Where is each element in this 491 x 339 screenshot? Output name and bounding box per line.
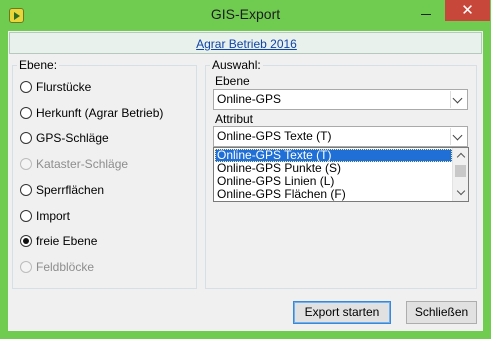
dialog-body: Agrar Betrieb 2016 Ebene: Flurstücke Herk… xyxy=(8,31,483,331)
ebene-option-label: freie Ebene xyxy=(36,234,98,249)
attribut-combo-dropdown[interactable] xyxy=(450,128,466,145)
chevron-down-icon xyxy=(452,93,463,104)
list-scrollbar[interactable] xyxy=(452,148,468,201)
scroll-thumb[interactable] xyxy=(455,165,466,177)
title-bar[interactable]: GIS-Export ✕ xyxy=(0,0,491,31)
ebene-group xyxy=(12,65,197,289)
ebene-option-label: Feldblöcke xyxy=(36,259,95,274)
radio-button[interactable] xyxy=(20,183,32,196)
scroll-down-icon[interactable] xyxy=(453,185,469,201)
scroll-up-icon[interactable] xyxy=(453,148,469,164)
radio-button[interactable] xyxy=(20,209,32,222)
ebene-combo-label: Ebene xyxy=(213,74,252,88)
radio-button[interactable] xyxy=(20,81,32,93)
ebene-combo[interactable]: Online-GPS xyxy=(213,89,468,110)
window-title: GIS-Export xyxy=(210,6,281,22)
ebene-option-label: Flurstücke xyxy=(36,80,92,94)
ebene-combo-value: Online-GPS xyxy=(217,92,282,106)
ebene-option-label: GPS-Schläge xyxy=(36,131,109,146)
betrieb-link[interactable]: Agrar Betrieb 2016 xyxy=(10,37,483,51)
attribut-combo-value: Online-GPS Texte (T) xyxy=(217,129,332,143)
ebene-option-label: Kataster-Schläge xyxy=(36,157,129,172)
gis-export-window: GIS-Export ✕ Agrar Betrieb 2016 Ebene: F… xyxy=(0,0,491,339)
ebene-combo-dropdown[interactable] xyxy=(450,91,466,108)
chevron-down-icon xyxy=(452,130,463,141)
ebene-group-label: Ebene: xyxy=(17,58,60,72)
attribut-list-item[interactable]: Online-GPS Flächen (F) xyxy=(215,188,452,201)
attribut-dropdown-list[interactable]: Online-GPS Texte (T) Online-GPS Punkte (S… xyxy=(213,147,469,202)
close-dialog-button[interactable]: Schließen xyxy=(406,301,477,324)
ebene-option-label: Sperrflächen xyxy=(36,182,105,197)
radio-button xyxy=(20,158,32,171)
minimize-icon[interactable] xyxy=(421,14,431,15)
attribut-combo-label: Attribut xyxy=(213,112,256,126)
radio-button[interactable] xyxy=(20,106,32,119)
header-band: Agrar Betrieb 2016 xyxy=(9,32,482,54)
radio-button xyxy=(20,260,32,273)
close-icon: ✕ xyxy=(461,1,474,19)
auswahl-group-label: Auswahl: xyxy=(210,58,263,72)
attribut-combo[interactable]: Online-GPS Texte (T) xyxy=(213,126,468,147)
ebene-option-label: Herkunft (Agrar Betrieb) xyxy=(36,105,164,120)
export-start-button[interactable]: Export starten xyxy=(293,301,391,324)
close-button[interactable]: ✕ xyxy=(445,0,490,21)
ebene-option-label: Import xyxy=(36,208,71,223)
